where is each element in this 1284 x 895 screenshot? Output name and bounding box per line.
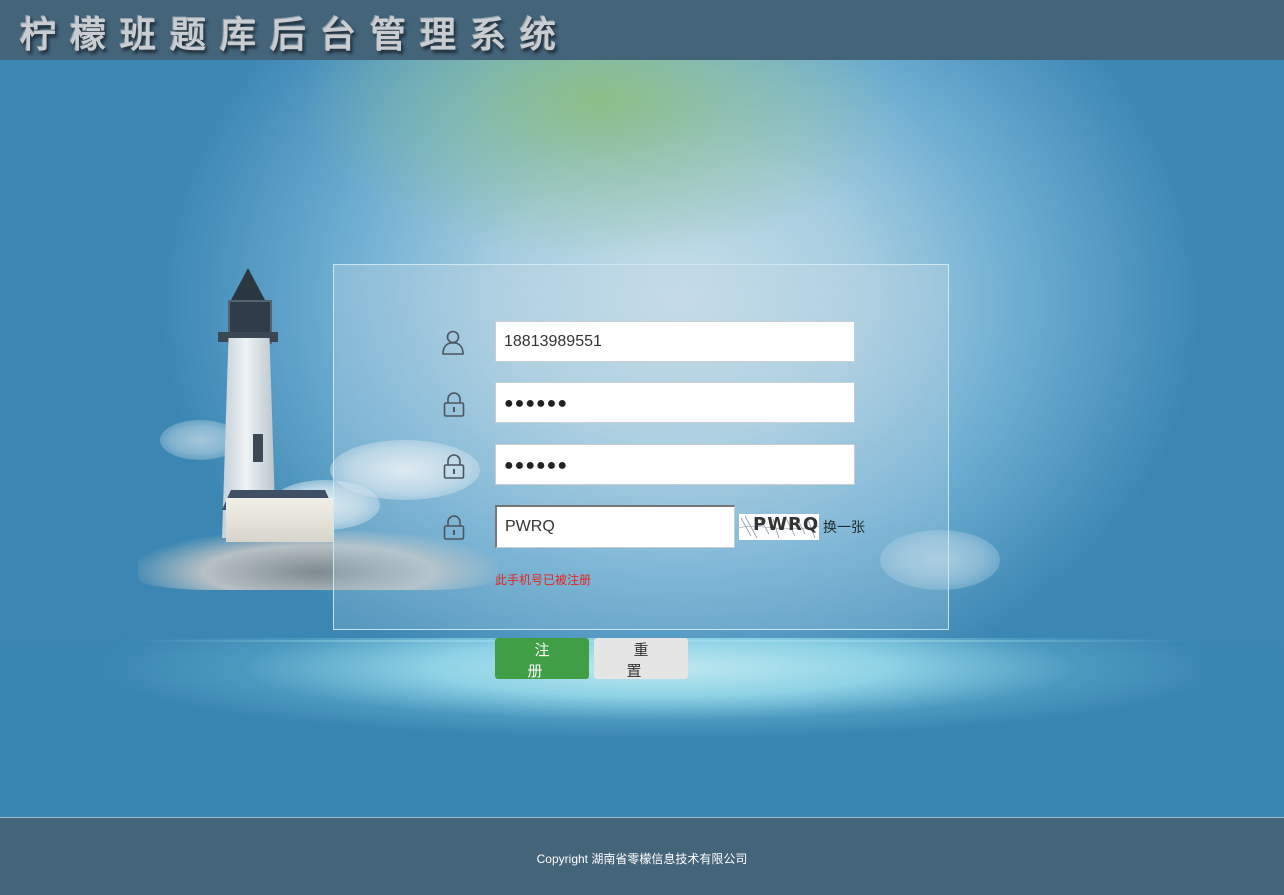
password-input[interactable]: ●●●●●●	[495, 382, 855, 423]
captcha-image[interactable]: PWRQ	[739, 514, 819, 540]
confirm-password-input[interactable]: ●●●●●●	[495, 444, 855, 485]
refresh-captcha-link[interactable]: 换一张	[823, 517, 865, 537]
lighthouse-window	[253, 434, 263, 462]
captcha-text: PWRQ	[753, 514, 819, 535]
lock-icon	[442, 391, 466, 419]
password-mask: ●●●●●●	[504, 395, 568, 412]
lock-icon	[442, 453, 466, 481]
captcha-input[interactable]	[495, 505, 735, 548]
footer-bar: Copyright 湖南省零檬信息技术有限公司	[0, 817, 1284, 895]
user-icon	[441, 329, 465, 357]
error-message: 此手机号已被注册	[495, 573, 592, 587]
phone-input[interactable]	[495, 321, 855, 362]
register-button[interactable]: 注 册	[495, 638, 589, 680]
lock-icon	[442, 514, 466, 542]
copyright-text: Copyright 湖南省零檬信息技术有限公司	[536, 852, 748, 866]
header-bar: 柠檬班题库后台管理系统	[0, 0, 1284, 60]
app-title: 柠檬班题库后台管理系统	[20, 15, 571, 56]
reset-button[interactable]: 重 置	[594, 638, 688, 680]
confirm-password-mask: ●●●●●●	[504, 457, 568, 474]
keeper-house	[226, 498, 334, 542]
